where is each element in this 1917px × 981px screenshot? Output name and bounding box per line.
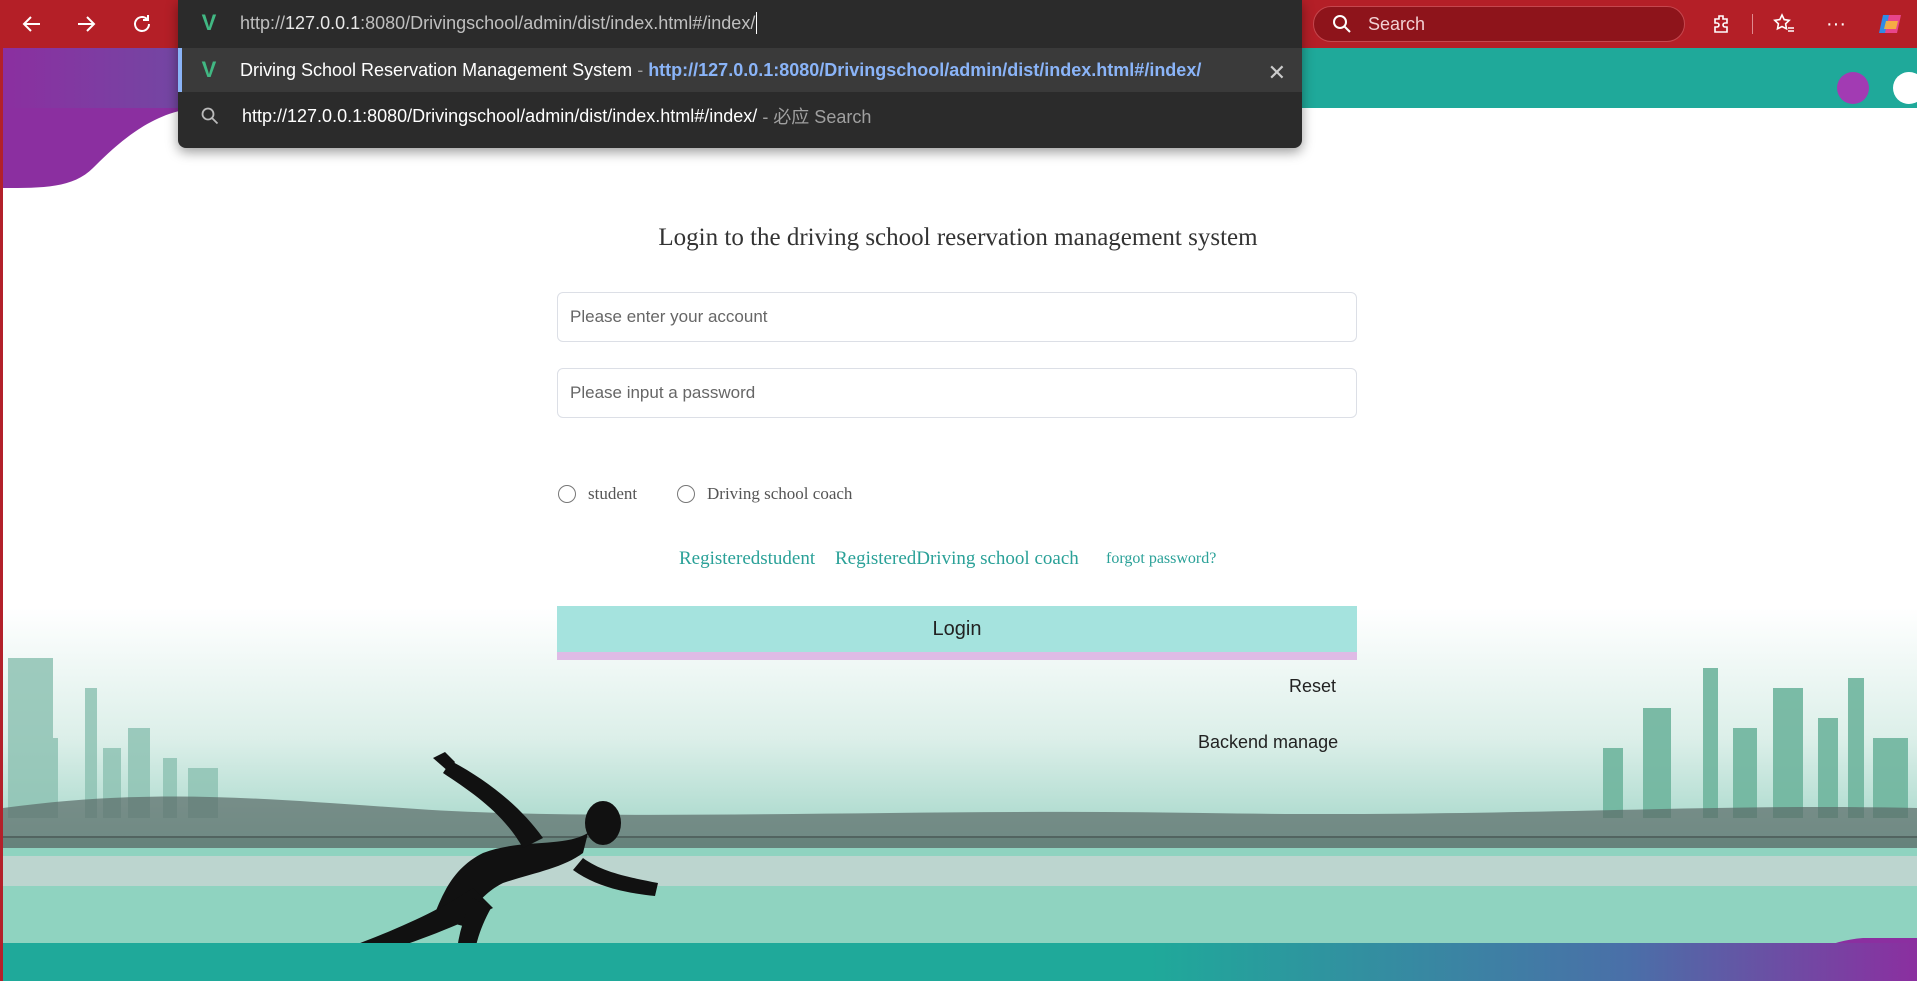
address-prefix: http:// [240,12,286,33]
password-field[interactable] [557,368,1357,418]
register-coach-link[interactable]: RegisteredDriving school coach [835,548,1079,570]
role-label-coach: Driving school coach [707,484,853,503]
copilot-icon[interactable] [1876,10,1904,38]
suggestion-title: Driving School Reservation Management Sy… [240,59,633,80]
suggestion-separator: - [632,59,649,80]
toolbar-divider [1752,14,1753,34]
backend-manage-button[interactable]: Backend manage [1198,732,1338,753]
search-query: http://127.0.0.1:8080/Drivingschool/admi… [242,105,758,126]
register-student-link[interactable]: Registeredstudent [679,548,815,570]
close-icon[interactable]: ✕ [1268,60,1286,86]
role-label-student: student [588,484,638,503]
footer-band [3,943,1917,981]
vue-site-icon: V [201,10,217,35]
extensions-icon[interactable] [1708,10,1736,38]
text-cursor [756,12,758,34]
forgot-password-link[interactable]: forgot password? [1106,550,1216,568]
search-engine-label: - 必应 Search [757,107,872,127]
radio-circle[interactable] [558,485,576,503]
search-icon [1332,14,1352,34]
page-viewport: Login to the driving school reservation … [3,48,1917,981]
login-title: Login to the driving school reservation … [658,224,1258,251]
reset-button[interactable]: Reset [1289,676,1336,697]
forward-icon[interactable] [72,10,100,38]
suggestion-site[interactable]: V Driving School Reservation Management … [178,48,1302,92]
more-options-icon[interactable]: ··· [1822,10,1850,38]
address-path: :8080/Drivingschool/admin/dist/index.htm… [360,12,756,33]
role-radio-coach[interactable]: Driving school coach [677,484,852,504]
header-dot-purple [1837,72,1869,104]
vue-site-icon: V [201,57,217,82]
account-field[interactable] [557,292,1357,342]
address-host: 127.0.0.1 [285,12,361,33]
search-placeholder: Search [1368,13,1426,34]
login-button[interactable]: Login [557,606,1357,660]
back-icon[interactable] [18,10,46,38]
search-icon [200,107,220,125]
account-input[interactable] [558,293,1356,341]
suggestion-url: http://127.0.0.1:8080/Drivingschool/admi… [648,59,1202,80]
password-input[interactable] [558,369,1356,417]
favorites-icon[interactable] [1770,10,1798,38]
browser-search-box[interactable]: Search [1313,6,1685,42]
role-radio-student[interactable]: student [558,484,637,504]
address-input[interactable]: V http://127.0.0.1:8080/Drivingschool/ad… [178,0,1302,46]
header-dot-white [1893,72,1917,104]
radio-circle[interactable] [677,485,695,503]
address-dropdown: V http://127.0.0.1:8080/Drivingschool/ad… [178,0,1302,148]
suggestion-search[interactable]: http://127.0.0.1:8080/Drivingschool/admi… [178,94,1302,138]
reload-icon[interactable] [128,10,156,38]
